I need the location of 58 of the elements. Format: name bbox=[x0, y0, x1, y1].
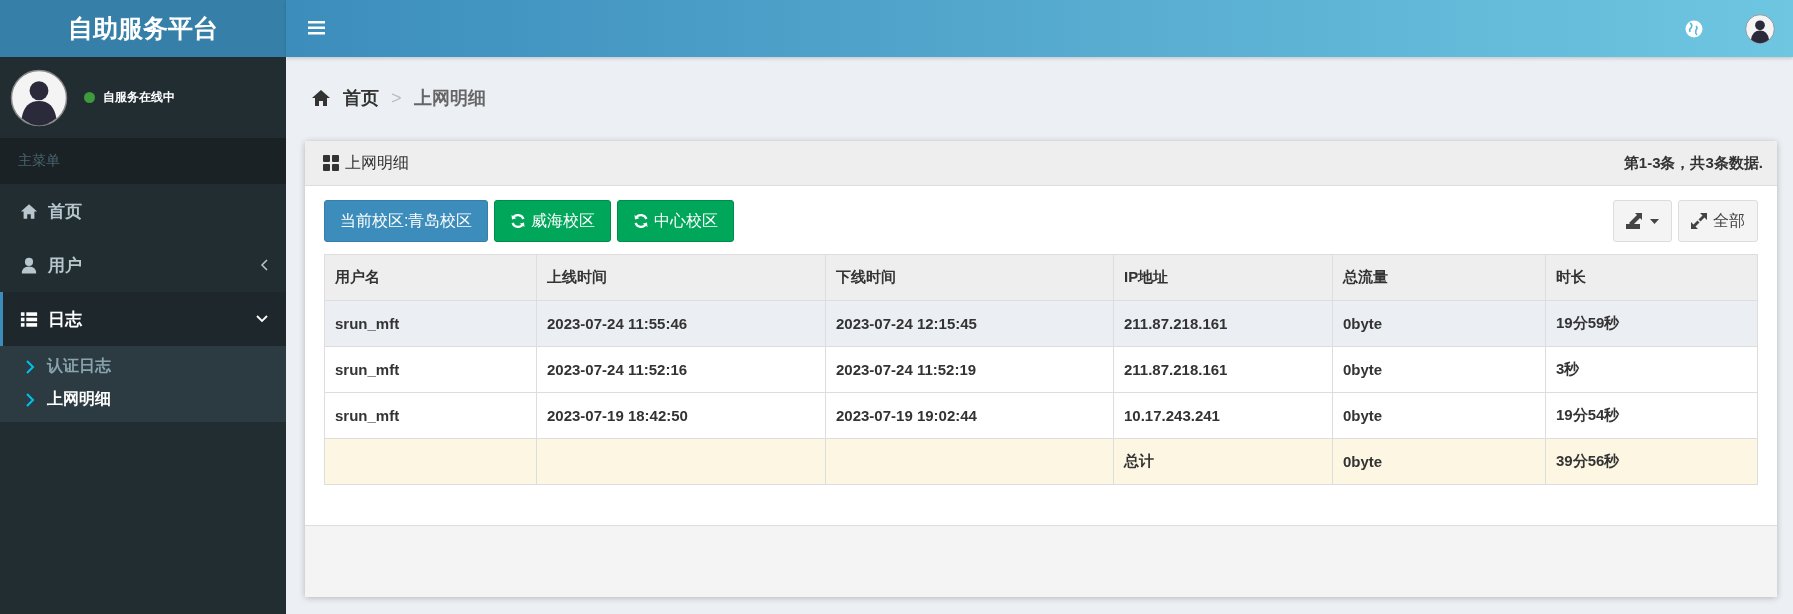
table-cell: 10.17.243.241 bbox=[1113, 392, 1333, 439]
table-cell: 0byte bbox=[1332, 346, 1546, 393]
table-cell: 211.87.218.161 bbox=[1113, 300, 1333, 347]
column-header: 时长 bbox=[1545, 254, 1758, 301]
user-avatar-icon bbox=[10, 68, 68, 127]
table-cell: 2023-07-24 11:55:46 bbox=[536, 300, 826, 347]
menu-heading: 主菜单 bbox=[0, 138, 286, 184]
user-status: 自服务在线中 bbox=[103, 89, 175, 106]
expand-icon bbox=[1691, 213, 1707, 229]
total-cell: 39分56秒 bbox=[1545, 438, 1758, 485]
table-cell: 19分54秒 bbox=[1545, 392, 1758, 439]
chevron-left-icon bbox=[260, 259, 268, 271]
sidebar-item[interactable]: 用户 bbox=[0, 238, 286, 292]
card-title: 上网明细 bbox=[345, 152, 409, 173]
column-header: 用户名 bbox=[324, 254, 537, 301]
refresh-icon bbox=[510, 213, 527, 229]
current-campus-button[interactable]: 当前校区:青岛校区 bbox=[324, 200, 489, 242]
sidebar-item[interactable]: 日志 bbox=[0, 292, 286, 346]
table-cell: 2023-07-24 11:52:19 bbox=[825, 346, 1114, 393]
column-header: 总流量 bbox=[1332, 254, 1546, 301]
chevron-right-icon bbox=[26, 392, 35, 407]
table-cell: 211.87.218.161 bbox=[1113, 346, 1333, 393]
table-cell: 0byte bbox=[1332, 300, 1546, 347]
home-icon bbox=[20, 202, 38, 220]
submenu-item[interactable]: 认证日志 bbox=[0, 350, 286, 383]
total-cell: 总计 bbox=[1113, 438, 1333, 485]
grid-icon bbox=[323, 155, 339, 171]
breadcrumb-separator: > bbox=[391, 87, 402, 109]
chevron-down-icon bbox=[256, 315, 268, 323]
show-all-button[interactable]: 全部 bbox=[1678, 200, 1758, 242]
export-button[interactable] bbox=[1613, 200, 1672, 242]
chevron-right-icon bbox=[26, 359, 35, 374]
home-icon bbox=[311, 89, 331, 107]
list-icon bbox=[20, 310, 38, 328]
column-header: IP地址 bbox=[1113, 254, 1333, 301]
total-cell: 0byte bbox=[1332, 438, 1546, 485]
export-icon bbox=[1626, 213, 1644, 229]
table-cell: 2023-07-19 18:42:50 bbox=[536, 392, 826, 439]
table-cell: srun_mft bbox=[324, 300, 537, 347]
table-cell: 19分59秒 bbox=[1545, 300, 1758, 347]
record-summary: 第1-3条，共3条数据. bbox=[1623, 153, 1763, 173]
user-icon bbox=[20, 256, 38, 274]
sidebar-item[interactable]: 首页 bbox=[0, 184, 286, 238]
refresh-icon bbox=[633, 213, 650, 229]
table-cell: srun_mft bbox=[324, 392, 537, 439]
brand-title: 自助服务平台 bbox=[0, 0, 286, 57]
column-header: 上线时间 bbox=[536, 254, 826, 301]
column-header: 下线时间 bbox=[825, 254, 1114, 301]
breadcrumb-link[interactable]: 首页 bbox=[343, 86, 379, 110]
header-avatar-icon[interactable] bbox=[1745, 13, 1775, 44]
table-cell: 2023-07-24 11:52:16 bbox=[536, 346, 826, 393]
table-cell: 2023-07-24 12:15:45 bbox=[825, 300, 1114, 347]
submenu-item[interactable]: 上网明细 bbox=[0, 383, 286, 416]
table-cell: 2023-07-19 19:02:44 bbox=[825, 392, 1114, 439]
table-cell: srun_mft bbox=[324, 346, 537, 393]
table-cell: 3秒 bbox=[1545, 346, 1758, 393]
table-cell: 0byte bbox=[1332, 392, 1546, 439]
caret-icon bbox=[1650, 218, 1659, 224]
